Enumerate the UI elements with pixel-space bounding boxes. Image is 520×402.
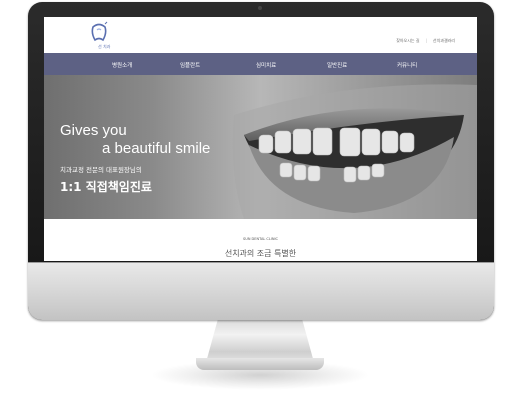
top-links: 찾아오시는 길 | 선치과갤러리 [396, 38, 455, 44]
top-link-directions[interactable]: 찾아오시는 길 [396, 38, 419, 44]
monitor-chin [28, 262, 494, 320]
browser-screen: 선 치과 찾아오시는 길 | 선치과갤러리 병원소개 임플란트 심미치료 일반진… [44, 17, 477, 261]
hero-banner: Gives you a beautiful smile 치과교정 전문의 대표원… [44, 75, 477, 219]
nav-item-about[interactable]: 병원소개 [112, 61, 132, 69]
intro-section: SUN DENTAL CLINIC 선치과의 조금 특별한 [44, 219, 477, 261]
hero-title-line1: Gives you [60, 122, 127, 139]
site-header: 선 치과 찾아오시는 길 | 선치과갤러리 [44, 17, 477, 53]
nav-item-cosmetic[interactable]: 심미치료 [256, 61, 276, 69]
section-title: 선치과의 조금 특별한 [224, 249, 297, 258]
camera-icon [258, 6, 262, 10]
hero-subtitle: 치과교정 전문의 대표원장님의 [60, 166, 142, 174]
top-links-divider: | [425, 38, 427, 43]
monitor-divider [28, 262, 494, 263]
nav-item-implant[interactable]: 임플란트 [180, 61, 200, 69]
section-eyebrow: SUN DENTAL CLINIC [243, 237, 278, 241]
nav-item-general[interactable]: 일반진료 [327, 61, 347, 69]
monitor-stand-base [196, 358, 324, 370]
main-nav: 병원소개 임플란트 심미치료 일반진료 커뮤니티 [44, 53, 477, 75]
hero-headline: 1:1 직접책임진료 [60, 180, 152, 194]
top-link-gallery[interactable]: 선치과갤러리 [433, 38, 455, 44]
nav-item-community[interactable]: 커뮤니티 [397, 61, 417, 69]
logo-text: 선 치과 [98, 44, 111, 49]
hero-title-line2: a beautiful smile [102, 140, 211, 157]
